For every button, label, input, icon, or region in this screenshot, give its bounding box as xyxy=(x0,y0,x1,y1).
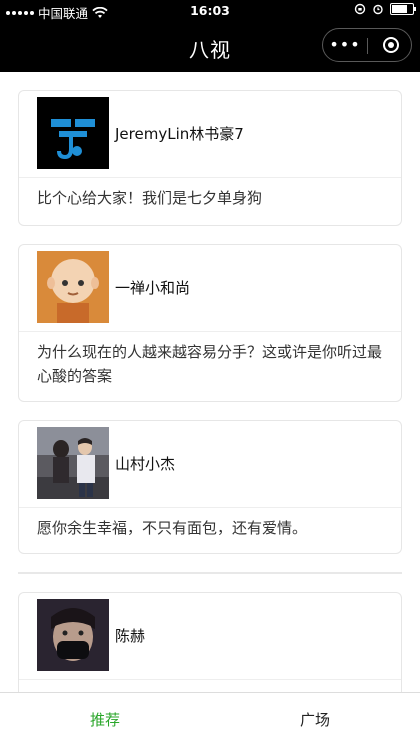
post-header: 山村小杰 xyxy=(19,421,401,508)
post-card[interactable]: 陈赫 看我变身 xyxy=(18,592,402,692)
post-text[interactable]: 比个心给大家！我们是七夕单身狗 xyxy=(19,178,401,210)
post-text[interactable]: 看我变身 xyxy=(19,680,401,692)
more-dots-icon[interactable]: ••• xyxy=(323,35,367,54)
close-target-icon[interactable] xyxy=(383,37,399,53)
feed-list[interactable]: JeremyLin林书豪7 比个心给大家！我们是七夕单身狗 一禅小和尚 为什么现… xyxy=(0,72,420,692)
author-name[interactable]: 一禅小和尚 xyxy=(115,277,190,298)
post-header: 一禅小和尚 xyxy=(19,245,401,332)
navigation-bar: 八视 ••• xyxy=(0,22,420,72)
status-bar: 中国联通 16:03 xyxy=(0,0,420,22)
post-text[interactable]: 愿你余生幸福，不只有面包，还有爱情。 xyxy=(19,508,401,540)
author-name[interactable]: JeremyLin林书豪7 xyxy=(115,123,244,144)
author-name[interactable]: 陈赫 xyxy=(115,625,145,646)
rotation-lock-icon xyxy=(354,3,366,15)
monk-avatar[interactable] xyxy=(37,251,109,323)
capsule-divider xyxy=(367,38,368,54)
status-right xyxy=(354,3,416,15)
post-card[interactable]: JeremyLin林书豪7 比个心给大家！我们是七夕单身狗 xyxy=(18,90,402,226)
tab-bar: 推荐 广场 xyxy=(0,692,420,747)
post-text[interactable]: 为什么现在的人越来越容易分手？这或许是你听过最心酸的答案 xyxy=(19,332,401,388)
post-card[interactable]: 一禅小和尚 为什么现在的人越来越容易分手？这或许是你听过最心酸的答案 xyxy=(18,244,402,402)
tab-square[interactable]: 广场 xyxy=(210,709,420,730)
post-header: 陈赫 xyxy=(19,593,401,680)
masked-face-avatar[interactable] xyxy=(37,599,109,671)
section-divider xyxy=(18,572,402,574)
logo-avatar[interactable] xyxy=(37,97,109,169)
post-header: JeremyLin林书豪7 xyxy=(19,91,401,178)
tab-recommend[interactable]: 推荐 xyxy=(0,709,210,730)
post-card[interactable]: 山村小杰 愿你余生幸福，不只有面包，还有爱情。 xyxy=(18,420,402,554)
battery-icon xyxy=(390,3,416,15)
capsule-menu: ••• xyxy=(322,28,412,62)
battery-fill xyxy=(392,5,407,13)
couple-photo-avatar[interactable] xyxy=(37,427,109,499)
alarm-icon xyxy=(373,4,383,15)
author-name[interactable]: 山村小杰 xyxy=(115,453,175,474)
